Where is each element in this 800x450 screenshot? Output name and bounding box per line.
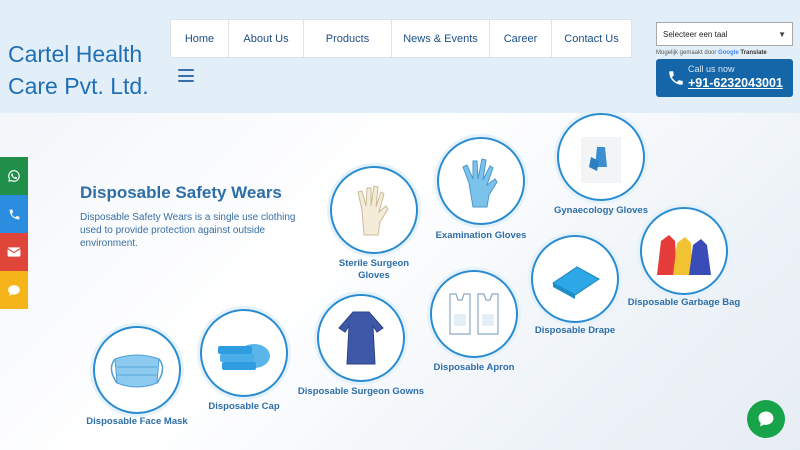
garbage-bag-image [640, 207, 728, 295]
phone-icon [9, 209, 19, 219]
speech-bubble-icon [8, 284, 20, 296]
main-nav: Home About Us Products News & Events Car… [170, 19, 632, 58]
label-sterile-gloves: Sterile Surgeon Gloves [338, 258, 410, 281]
label-examination-gloves: Examination Gloves [435, 230, 527, 241]
label-face-mask: Disposable Face Mask [86, 416, 188, 427]
chat-widget-button[interactable] [747, 400, 785, 438]
language-select-value: Selecteer een taal [663, 29, 728, 39]
banner-title: Disposable Safety Wears [80, 183, 282, 202]
whatsapp-icon [8, 170, 20, 182]
examination-gloves-image [437, 137, 525, 225]
sms-button[interactable] [0, 271, 28, 309]
powered-by-text: Mogelijk gemaakt door [656, 50, 717, 56]
nav-home[interactable]: Home [171, 20, 229, 57]
whatsapp-button[interactable] [0, 157, 28, 195]
label-gynaecology-gloves: Gynaecology Gloves [554, 205, 648, 216]
sterile-gloves-image [330, 166, 418, 254]
label-drape: Disposable Drape [534, 325, 616, 336]
face-mask-image [93, 326, 181, 414]
site-logo[interactable]: Cartel Health Care Pvt. Ltd. [8, 38, 168, 102]
phone-icon [669, 71, 683, 85]
call-number-link[interactable]: +91-6232043001 [688, 76, 783, 90]
language-select[interactable]: Selecteer een taal ▼ [656, 22, 793, 46]
nav-products[interactable]: Products [304, 20, 392, 57]
chevron-down-icon: ▼ [778, 29, 786, 39]
label-garbage-bag: Disposable Garbage Bag [627, 297, 741, 308]
product-banner[interactable]: Disposable Safety Wears Disposable Safet… [0, 113, 800, 450]
gynaecology-gloves-image [557, 113, 645, 201]
nav-news-events[interactable]: News & Events [392, 20, 490, 57]
phone-button[interactable] [0, 195, 28, 233]
translate-text: Translate [740, 50, 767, 56]
label-cap: Disposable Cap [208, 401, 280, 412]
powered-by-google-translate: Mogelijk gemaakt door Google Translate [656, 50, 767, 56]
call-us-box[interactable]: Call us now +91-6232043001 [656, 59, 793, 97]
email-button[interactable] [0, 233, 28, 271]
surgeon-gown-image [317, 294, 405, 382]
label-apron: Disposable Apron [433, 362, 515, 373]
envelope-icon [7, 247, 21, 257]
banner-description: Disposable Safety Wears is a single use … [80, 212, 296, 249]
google-logo[interactable]: Google [718, 50, 739, 56]
call-label: Call us now [688, 64, 735, 74]
drape-image [531, 235, 619, 323]
apron-image [430, 270, 518, 358]
social-sidebar [0, 157, 28, 309]
nav-career[interactable]: Career [490, 20, 552, 57]
hamburger-menu-icon[interactable] [178, 69, 194, 82]
nav-contact-us[interactable]: Contact Us [552, 20, 631, 57]
site-header: Cartel Health Care Pvt. Ltd. Home About … [0, 0, 800, 113]
chat-bubble-icon [758, 411, 774, 427]
label-surgeon-gowns: Disposable Surgeon Gowns [297, 386, 425, 397]
cap-image [200, 309, 288, 397]
nav-about-us[interactable]: About Us [229, 20, 304, 57]
